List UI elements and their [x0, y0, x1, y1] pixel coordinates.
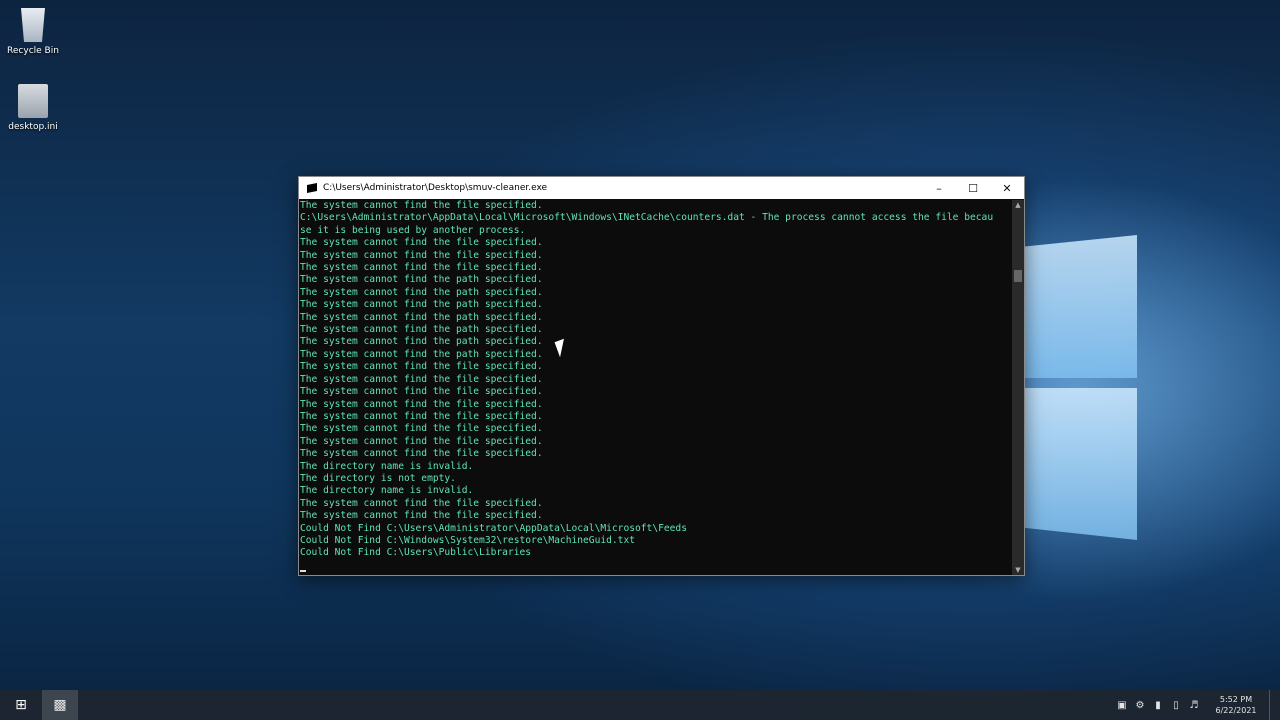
- volume-icon[interactable]: ♬: [1185, 700, 1203, 711]
- console-line: The system cannot find the file specifie…: [300, 448, 543, 460]
- console-line: The system cannot find the path specifie…: [300, 299, 543, 311]
- file-icon: [18, 84, 48, 118]
- maximize-button[interactable]: ☐: [956, 177, 990, 199]
- console-line: se it is being used by another process.: [300, 224, 526, 236]
- console-line: The system cannot find the file specifie…: [300, 497, 543, 509]
- close-button[interactable]: ✕: [990, 177, 1024, 199]
- console-line: The system cannot find the file specifie…: [300, 262, 543, 274]
- console-line: The system cannot find the file specifie…: [300, 249, 543, 261]
- console-line: The system cannot find the file specifie…: [300, 510, 543, 522]
- console-line: The system cannot find the file specifie…: [300, 361, 543, 373]
- desktop-icon-label: desktop.ini: [8, 122, 58, 132]
- start-button[interactable]: ⊞: [0, 690, 42, 720]
- console-line: The system cannot find the path specifie…: [300, 324, 543, 336]
- console-line: The system cannot find the path specifie…: [300, 311, 543, 323]
- console-line: Could Not Find C:\Users\Administrator\Ap…: [300, 522, 687, 534]
- clock-date: 6/22/2021: [1215, 706, 1257, 715]
- console-scrollbar[interactable]: ▲ ▼: [1012, 200, 1024, 575]
- system-tray: ▣ ⚙ ▮ ▯ ♬ 5:52 PM 6/22/2021: [1113, 690, 1280, 720]
- network-disconnected-icon[interactable]: ⚙: [1131, 700, 1149, 711]
- scroll-up-icon[interactable]: ▲: [1012, 200, 1024, 210]
- console-output[interactable]: The system cannot find the file specifie…: [299, 200, 1012, 575]
- desktop-icon-desktop-ini[interactable]: desktop.ini: [0, 84, 68, 132]
- console-window[interactable]: C:\Users\Administrator\Desktop\smuv-clea…: [298, 176, 1025, 576]
- show-desktop-button[interactable]: [1269, 690, 1280, 720]
- console-line: The directory name is invalid.: [300, 460, 474, 472]
- desktop-icon-label: Recycle Bin: [7, 46, 59, 56]
- console-line: The system cannot find the file specifie…: [300, 200, 543, 211]
- taskview-icon[interactable]: ▣: [1113, 700, 1131, 711]
- console-line: Could Not Find C:\Users\Public\Libraries: [300, 547, 532, 559]
- console-line: The system cannot find the file specifie…: [300, 386, 543, 398]
- scrollbar-thumb[interactable]: [1014, 270, 1022, 282]
- console-cursor: [300, 560, 1012, 573]
- console-line: Could Not Find C:\Windows\System32\resto…: [300, 534, 636, 546]
- console-line: The directory name is invalid.: [300, 485, 474, 497]
- console-app-icon: ▩: [53, 697, 67, 713]
- clock-time: 5:52 PM: [1219, 695, 1253, 704]
- recycle-bin-icon: [21, 8, 45, 42]
- taskbar: ⊞ ▩ ▣ ⚙ ▮ ▯ ♬ 5:52 PM 6/22/2021: [0, 690, 1280, 720]
- console-line: The system cannot find the file specifie…: [300, 423, 543, 435]
- desktop-icon-recycle-bin[interactable]: Recycle Bin: [0, 8, 68, 56]
- console-line: The system cannot find the file specifie…: [300, 410, 543, 422]
- minimize-button[interactable]: –: [922, 177, 956, 199]
- clock[interactable]: 5:52 PM 6/22/2021: [1209, 694, 1263, 716]
- console-line: The system cannot find the path specifie…: [300, 348, 543, 360]
- wallpaper-logo-pane: [1025, 235, 1137, 378]
- console-line: The directory is not empty.: [300, 472, 456, 484]
- window-title: C:\Users\Administrator\Desktop\smuv-clea…: [323, 183, 548, 193]
- usb-icon[interactable]: ▮: [1149, 700, 1167, 711]
- console-line: The system cannot find the path specifie…: [300, 336, 543, 348]
- console-line: The system cannot find the file specifie…: [300, 237, 543, 249]
- console-line: The system cannot find the file specifie…: [300, 373, 543, 385]
- network-icon[interactable]: ▯: [1167, 700, 1185, 711]
- console-line: The system cannot find the path specifie…: [300, 274, 543, 286]
- wallpaper-logo-pane: [1025, 388, 1137, 540]
- console-line: The system cannot find the path specifie…: [300, 286, 543, 298]
- scroll-down-icon[interactable]: ▼: [1012, 565, 1024, 575]
- console-line: C:\Users\Administrator\AppData\Local\Mic…: [300, 212, 994, 224]
- taskbar-console-app[interactable]: ▩: [42, 690, 78, 720]
- console-line: The system cannot find the file specifie…: [300, 435, 543, 447]
- console-app-icon: [307, 183, 317, 193]
- console-line: The system cannot find the file specifie…: [300, 398, 543, 410]
- console-titlebar[interactable]: C:\Users\Administrator\Desktop\smuv-clea…: [299, 177, 1024, 199]
- windows-logo-icon: ⊞: [15, 697, 27, 713]
